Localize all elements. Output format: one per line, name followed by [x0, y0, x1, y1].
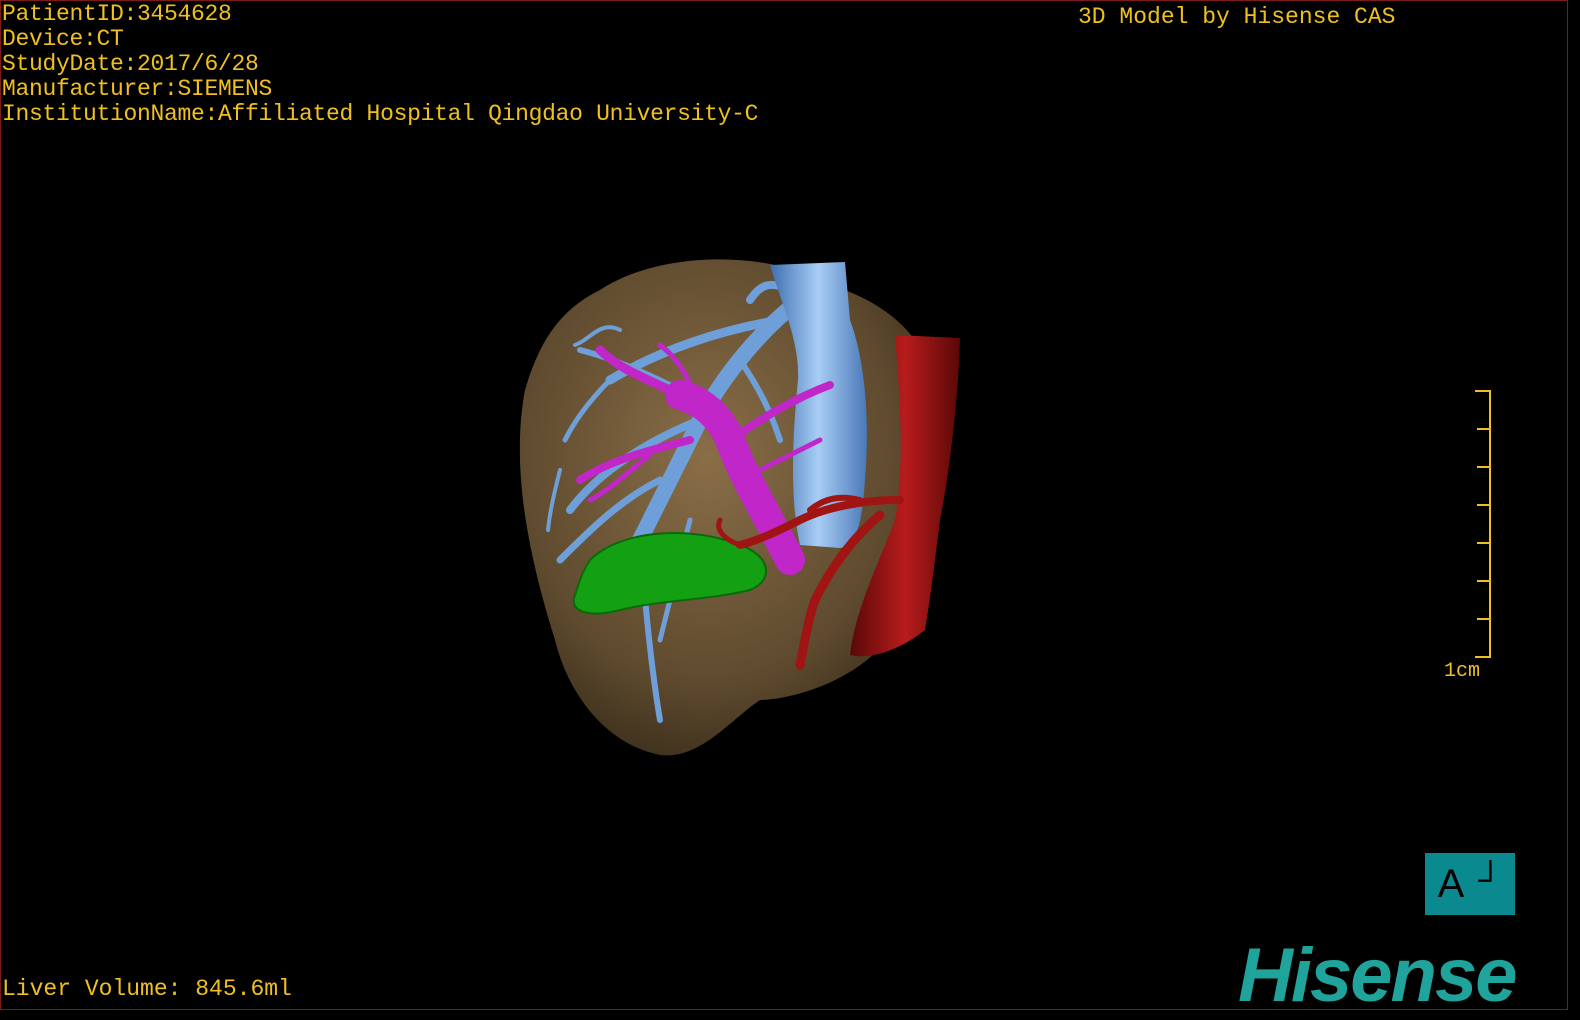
- manufacturer: Manufacturer:SIEMENS: [2, 76, 273, 102]
- dicom-info-overlay: PatientID:3454628 Device:CT StudyDate:20…: [2, 2, 758, 127]
- orientation-letter: A: [1437, 861, 1465, 906]
- liver-volume: Liver Volume: 845.6ml: [2, 976, 292, 1002]
- study-date: StudyDate:2017/6/28: [2, 51, 259, 77]
- liver-3d-model[interactable]: [0, 0, 1580, 1020]
- institution-name: InstitutionName:Affiliated Hospital Qing…: [2, 101, 759, 127]
- hisense-logo: Hisense: [1238, 933, 1517, 1018]
- scale-bar: [1475, 390, 1491, 658]
- scale-bar-label: 1cm: [1444, 660, 1481, 683]
- patient-id: PatientID:3454628: [2, 1, 232, 27]
- orientation-cube-icon[interactable]: A ┘: [1425, 853, 1515, 915]
- device: Device:CT: [2, 26, 124, 52]
- model-title: 3D Model by Hisense CAS: [1078, 4, 1396, 30]
- orientation-mark: ┘: [1478, 860, 1503, 899]
